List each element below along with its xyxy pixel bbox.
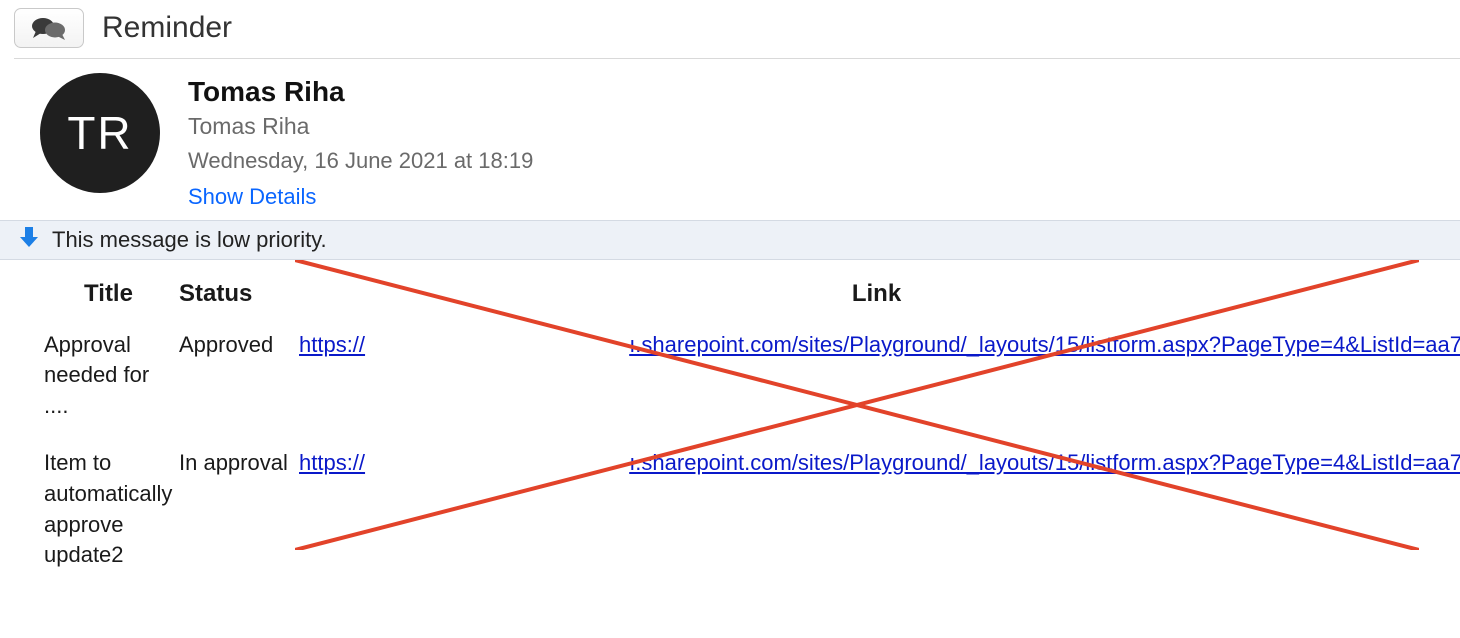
sent-timestamp: Wednesday, 16 June 2021 at 18:19 bbox=[188, 148, 533, 174]
sender-subtext: Tomas Riha bbox=[188, 113, 533, 140]
message-subject: Reminder bbox=[102, 11, 232, 45]
priority-text: This message is low priority. bbox=[52, 227, 327, 253]
items-table: Title Status Link Approval needed for ..… bbox=[44, 274, 1460, 594]
message-body: Title Status Link Approval needed for ..… bbox=[0, 260, 1460, 594]
sender-name: Tomas Riha bbox=[188, 75, 533, 109]
message-header: Reminder bbox=[0, 0, 1460, 58]
cell-status: In approval bbox=[179, 444, 299, 593]
priority-banner: This message is low priority. bbox=[0, 220, 1460, 260]
show-details-link[interactable]: Show Details bbox=[188, 184, 316, 210]
sharepoint-link[interactable]: https://XXXXXXXXXXXXXXXXXXı.sharepoint.c… bbox=[299, 450, 1460, 475]
table-row: Approval needed for .... Approved https:… bbox=[44, 326, 1460, 444]
back-button[interactable] bbox=[14, 8, 84, 48]
col-status: Status bbox=[179, 274, 299, 326]
cell-link: https://XXXXXXXXXXXXXXXXXXı.sharepoint.c… bbox=[299, 326, 1460, 444]
table-row: Item to automatically approve update2 In… bbox=[44, 444, 1460, 593]
avatar: TR bbox=[40, 73, 160, 193]
sharepoint-link[interactable]: https://XXXXXXXXXXXXXXXXXXı.sharepoint.c… bbox=[299, 332, 1460, 357]
cell-link: https://XXXXXXXXXXXXXXXXXXı.sharepoint.c… bbox=[299, 444, 1460, 593]
avatar-initials: TR bbox=[67, 106, 132, 160]
cell-title: Item to automatically approve update2 bbox=[44, 444, 179, 593]
sender-block: TR Tomas Riha Tomas Riha Wednesday, 16 J… bbox=[0, 59, 1460, 212]
low-priority-icon bbox=[20, 227, 38, 253]
cell-status: Approved bbox=[179, 326, 299, 444]
col-title: Title bbox=[44, 274, 179, 326]
cell-title: Approval needed for .... bbox=[44, 326, 179, 444]
chat-bubbles-icon bbox=[30, 16, 68, 40]
col-link: Link bbox=[299, 274, 1460, 326]
